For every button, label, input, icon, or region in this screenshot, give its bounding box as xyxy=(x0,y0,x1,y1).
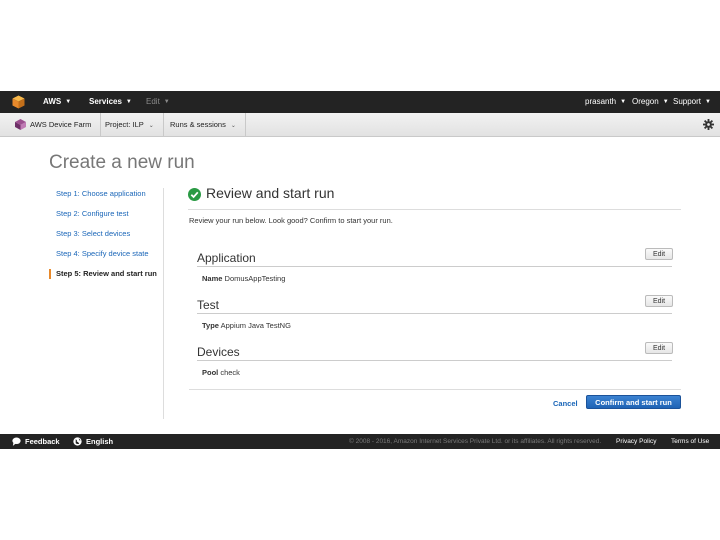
wizard-steps: Step 1: Choose application Step 2: Confi… xyxy=(49,189,165,289)
device-farm-home-link[interactable]: AWS Device Farm xyxy=(6,113,102,137)
services-label: Services xyxy=(89,97,122,106)
services-menu[interactable]: Services ▼ xyxy=(89,97,132,106)
feedback-label: Feedback xyxy=(25,437,60,446)
user-label: prasanth xyxy=(585,97,617,106)
project-dropdown[interactable]: Project: ILP ⌄ xyxy=(96,113,164,137)
chevron-down-icon: ▼ xyxy=(620,99,627,105)
cancel-link[interactable]: Cancel xyxy=(553,399,578,408)
divider xyxy=(188,209,681,210)
chevron-down-icon: ⌄ xyxy=(148,123,154,129)
divider xyxy=(197,360,672,361)
runs-sessions-dropdown[interactable]: Runs & sessions ⌄ xyxy=(161,113,246,137)
runs-sessions-label: Runs & sessions xyxy=(170,120,226,129)
page-title: Create a new run xyxy=(49,152,195,173)
edit-label: Edit xyxy=(146,97,160,106)
privacy-policy-link[interactable]: Privacy Policy xyxy=(616,438,656,445)
field-value: Appium Java TestNG xyxy=(220,321,291,330)
application-name-row: Name DomusAppTesting xyxy=(202,274,285,283)
edit-menu[interactable]: Edit ▼ xyxy=(146,97,170,106)
language-selector[interactable]: English xyxy=(73,436,114,447)
devices-pool-row: Pool check xyxy=(202,368,240,377)
section-title-application: Application xyxy=(197,251,256,265)
section-title-test: Test xyxy=(197,298,220,312)
field-value: DomusAppTesting xyxy=(224,274,286,283)
confirm-start-run-button[interactable]: Confirm and start run xyxy=(586,395,681,409)
field-value: check xyxy=(220,368,240,377)
field-key: Type xyxy=(202,321,219,330)
terms-of-use-link[interactable]: Terms of Use xyxy=(671,438,709,445)
steps-divider xyxy=(163,188,164,419)
chevron-down-icon: ▼ xyxy=(65,99,72,105)
step-choose-application[interactable]: Step 1: Choose application xyxy=(49,189,165,209)
check-circle-icon xyxy=(188,188,201,201)
user-menu[interactable]: prasanth ▼ xyxy=(585,97,626,106)
divider xyxy=(189,389,681,390)
project-label: Project: ILP xyxy=(105,120,144,129)
aws-menu[interactable]: AWS ▼ xyxy=(43,97,71,106)
language-label: English xyxy=(86,437,114,446)
chevron-down-icon: ▼ xyxy=(125,99,132,105)
aws-label: AWS xyxy=(43,97,62,106)
test-type-row: Type Appium Java TestNG xyxy=(202,321,291,330)
review-description: Review your run below. Look good? Confir… xyxy=(189,216,393,225)
edit-devices-button[interactable]: Edit xyxy=(645,342,673,354)
step-specify-device-state[interactable]: Step 4: Specify device state xyxy=(49,249,165,269)
step-configure-test[interactable]: Step 2: Configure test xyxy=(49,209,165,229)
console-frame: AWS ▼ Services ▼ Edit ▼ prasanth ▼ Oregon ▼ S… xyxy=(0,91,720,449)
speech-bubble-icon xyxy=(12,437,21,446)
field-key: Pool xyxy=(202,368,219,377)
chevron-down-icon: ▼ xyxy=(705,99,711,105)
step-select-devices[interactable]: Step 3: Select devices xyxy=(49,229,165,249)
field-key: Name xyxy=(202,274,223,283)
chevron-down-icon: ⌄ xyxy=(230,123,236,129)
support-label: Support xyxy=(673,97,702,106)
step-review-start-run: Step 5: Review and start run xyxy=(49,269,165,279)
region-label: Oregon xyxy=(632,97,659,106)
edit-application-button[interactable]: Edit xyxy=(645,248,673,260)
divider xyxy=(197,313,672,314)
support-menu[interactable]: Support ▼ xyxy=(673,97,711,106)
aws-cube-icon[interactable] xyxy=(12,95,25,109)
region-menu[interactable]: Oregon ▼ xyxy=(632,97,669,106)
globe-icon xyxy=(73,436,82,446)
chevron-down-icon: ▼ xyxy=(662,99,669,105)
device-farm-icon xyxy=(15,118,26,130)
copyright-text: © 2008 - 2016, Amazon Internet Services … xyxy=(349,438,602,445)
service-nav: AWS Device Farm Project: ILP ⌄ Runs & ses… xyxy=(0,113,720,137)
device-farm-label: AWS Device Farm xyxy=(30,120,92,129)
section-title-devices: Devices xyxy=(197,345,240,359)
chevron-down-icon: ▼ xyxy=(163,99,170,105)
divider xyxy=(197,266,672,267)
gear-icon[interactable] xyxy=(703,119,714,130)
review-title: Review and start run xyxy=(206,185,335,201)
edit-test-button[interactable]: Edit xyxy=(645,295,673,307)
feedback-button[interactable]: Feedback xyxy=(12,437,60,447)
top-nav: AWS ▼ Services ▼ Edit ▼ prasanth ▼ Oregon ▼ S… xyxy=(0,91,720,113)
footer: Feedback English © 2008 - 2016, Amazon I… xyxy=(0,434,720,449)
